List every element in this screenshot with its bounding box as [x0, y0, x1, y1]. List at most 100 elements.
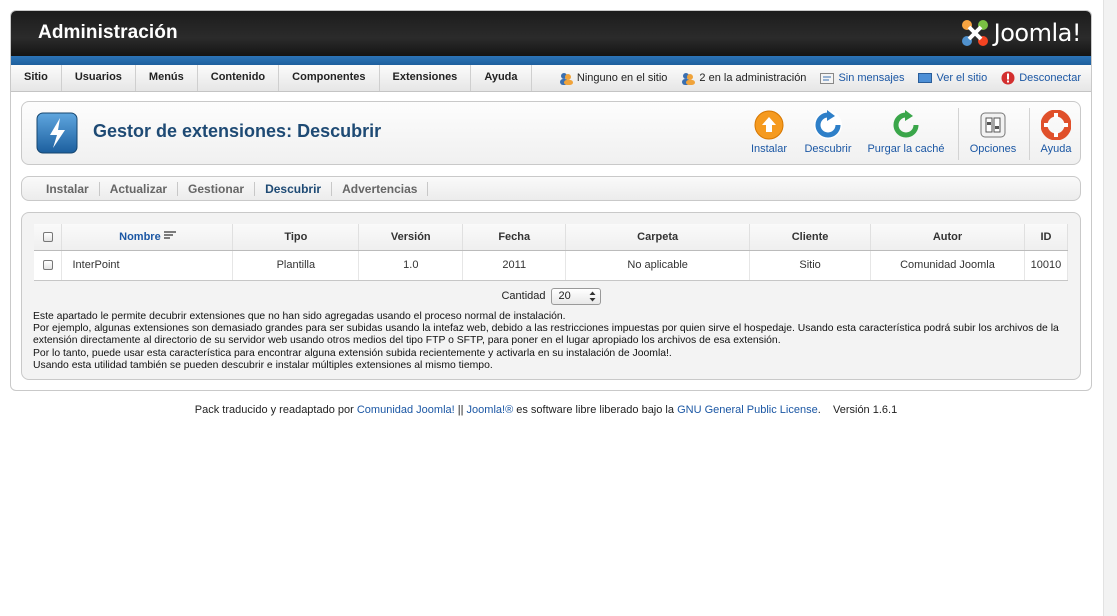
discover-button[interactable]: Descubrir: [800, 110, 856, 155]
messages-label[interactable]: Sin mensajes: [838, 72, 904, 84]
cell-id: 10010: [1024, 250, 1069, 281]
select-arrows-icon: [589, 291, 596, 301]
select-all-cell: [34, 224, 63, 251]
options-button[interactable]: Opciones: [966, 110, 1020, 155]
joomla-logo-icon: [961, 20, 988, 46]
admin-frame: Administración Joomla! Sitio Usuarios Me…: [10, 10, 1092, 391]
menu-item-menus[interactable]: Menús: [136, 65, 198, 91]
table-row: InterPoint Plantilla 1.0 2011 No aplicab…: [34, 250, 1069, 281]
site-users-status: Ninguno en el sitio: [559, 72, 668, 85]
cell-autor: Comunidad Joomla: [870, 250, 1025, 281]
col-carpeta[interactable]: Carpeta: [565, 224, 751, 251]
col-version[interactable]: Versión: [358, 224, 464, 251]
row-checkbox[interactable]: [42, 260, 53, 271]
cell-fecha: 2011: [462, 250, 567, 281]
options-label: Opciones: [969, 143, 1017, 155]
col-fecha[interactable]: Fecha: [462, 224, 567, 251]
admin-users-label: 2 en la administración: [699, 72, 807, 84]
menu-item-usuarios[interactable]: Usuarios: [62, 65, 136, 91]
purge-cache-button[interactable]: Purgar la caché: [864, 110, 948, 155]
col-id[interactable]: ID: [1024, 224, 1069, 251]
header: Administración Joomla!: [11, 11, 1091, 56]
limit-select[interactable]: 20: [550, 287, 601, 305]
joomla-logo: Joomla!: [960, 17, 1082, 49]
tab-descubrir[interactable]: Descubrir: [255, 181, 333, 196]
menu-item-sitio[interactable]: Sitio: [11, 65, 62, 91]
footer-period: .: [817, 404, 821, 416]
row-checkbox-cell: [34, 250, 63, 281]
footer-prefix: Pack traducido y readaptado por: [194, 404, 354, 416]
sort-icon: [163, 231, 176, 239]
menu-item-contenido[interactable]: Contenido: [198, 65, 280, 91]
cell-nombre: InterPoint: [61, 250, 234, 281]
status-bar: Ninguno en el sitio 2 en la administraci…: [559, 65, 1081, 91]
table-header-row: Nombre Tipo Versión Fecha Carpeta Client…: [34, 224, 1069, 251]
toolbar-separator-2: [1029, 108, 1030, 160]
col-nombre[interactable]: Nombre: [61, 224, 234, 251]
refresh-icon: [814, 110, 842, 139]
footer-license-link[interactable]: GNU General Public License: [677, 404, 818, 416]
messages-link[interactable]: Sin mensajes: [820, 72, 904, 84]
help-button[interactable]: Ayuda: [1034, 110, 1078, 155]
toolbar: Gestor de extensiones: Descubrir Instala…: [21, 101, 1081, 165]
col-tipo[interactable]: Tipo: [232, 224, 360, 251]
window-edge: [1103, 0, 1117, 616]
footer: Pack traducido y readaptado por Comunida…: [0, 404, 1092, 416]
submenu-tabs: Instalar Actualizar Gestionar Descubrir …: [21, 176, 1081, 201]
footer-joomla-link[interactable]: Joomla!®: [467, 404, 514, 416]
description-line: Este apartado le permite decubrir extens…: [33, 311, 566, 322]
tab-instalar[interactable]: Instalar: [36, 181, 100, 196]
tab-actualizar[interactable]: Actualizar: [100, 181, 179, 196]
discover-description: Este apartado le permite decubrir extens…: [33, 311, 1073, 372]
toolbar-separator: [958, 108, 959, 160]
col-nombre-label[interactable]: Nombre: [119, 231, 161, 243]
header-title: Administración: [38, 22, 178, 43]
cell-tipo: Plantilla: [232, 250, 360, 281]
options-icon: [980, 112, 1006, 138]
view-site-label[interactable]: Ver el sitio: [936, 72, 987, 84]
purge-cache-label: Purgar la caché: [867, 143, 945, 155]
lifebuoy-icon: [1041, 110, 1071, 140]
description-line: Usando esta utilidad también se pueden d…: [33, 359, 493, 371]
cell-carpeta: No aplicable: [565, 250, 751, 281]
limit-label: Cantidad: [501, 290, 546, 302]
monitor-icon: [918, 72, 933, 83]
install-button[interactable]: Instalar: [746, 110, 792, 155]
view-site-link[interactable]: Ver el sitio: [918, 72, 987, 84]
col-cliente[interactable]: Cliente: [749, 224, 872, 251]
logout-label[interactable]: Desconectar: [1019, 72, 1081, 84]
help-label: Ayuda: [1040, 143, 1072, 155]
admin-users-icon: [682, 72, 696, 85]
extensions-table: Nombre Tipo Versión Fecha Carpeta Client…: [34, 224, 1069, 281]
col-autor[interactable]: Autor: [870, 224, 1025, 251]
page-title: Gestor de extensiones: Descubrir: [93, 121, 382, 141]
footer-version: Versión 1.6.1: [832, 404, 898, 416]
purge-icon: [893, 110, 919, 138]
tab-advertencias[interactable]: Advertencias: [332, 181, 429, 196]
admin-users-status: 2 en la administración: [681, 72, 806, 85]
header-accent-bar: [11, 56, 1091, 65]
discover-label: Descubrir: [804, 143, 852, 155]
logout-icon: [1001, 71, 1015, 85]
install-icon: [754, 110, 784, 140]
messages-icon: [820, 72, 835, 84]
users-icon: [559, 72, 573, 85]
logout-link[interactable]: Desconectar: [1001, 71, 1081, 85]
tab-gestionar[interactable]: Gestionar: [178, 181, 256, 196]
extension-manager-icon: [36, 112, 78, 154]
site-users-label: Ninguno en el sitio: [576, 72, 668, 84]
menu-item-componentes[interactable]: Componentes: [279, 65, 380, 91]
content-panel: Nombre Tipo Versión Fecha Carpeta Client…: [21, 212, 1081, 380]
select-all-checkbox[interactable]: [42, 231, 53, 242]
footer-community-link[interactable]: Comunidad Joomla!: [357, 404, 455, 416]
install-label: Instalar: [750, 143, 788, 155]
cell-cliente: Sitio: [749, 250, 872, 281]
pagination: Cantidad 20: [34, 284, 1068, 308]
description-line: Por lo tanto, puede usar esta caracterís…: [33, 347, 672, 359]
footer-middle: es software libre liberado bajo la: [516, 404, 674, 416]
menu-item-extensiones[interactable]: Extensiones: [380, 65, 472, 91]
description-line: Por ejemplo, algunas extensiones son dem…: [33, 323, 1059, 347]
menu-item-ayuda[interactable]: Ayuda: [471, 65, 532, 91]
cell-version: 1.0: [358, 250, 464, 281]
limit-value: 20: [558, 290, 571, 302]
